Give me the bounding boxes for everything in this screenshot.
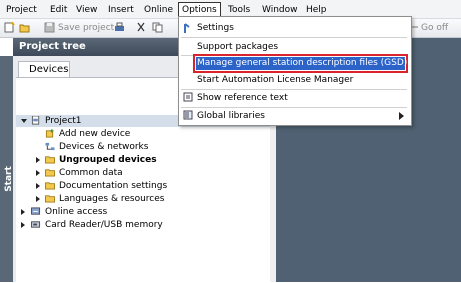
- menu-separator: [181, 107, 407, 108]
- options-menu: Settings Support packages Start Automati…: [178, 16, 412, 126]
- menu-window[interactable]: Window: [262, 4, 298, 16]
- folder-icon: [45, 195, 55, 203]
- folder-icon: [45, 182, 55, 190]
- folder-icon: [45, 169, 55, 177]
- reference-text-icon: [183, 92, 193, 102]
- cut-icon[interactable]: [136, 22, 147, 33]
- go-offline-button[interactable]: Go off: [421, 22, 448, 34]
- project-icon: [31, 116, 40, 125]
- menu-item-label: Manage general station description files…: [197, 58, 408, 68]
- menu-edit[interactable]: Edit: [50, 4, 67, 16]
- menu-item-start-alm[interactable]: Start Automation License Manager: [197, 74, 353, 86]
- expand-arrow-icon[interactable]: [36, 157, 40, 163]
- menu-item-settings[interactable]: Settings: [197, 22, 234, 34]
- tree-item-label: Add new device: [59, 129, 131, 139]
- menu-online[interactable]: Online: [144, 4, 173, 16]
- menu-insert[interactable]: Insert: [108, 4, 134, 16]
- expand-arrow-icon[interactable]: [36, 170, 40, 176]
- tree-item-label: Ungrouped devices: [59, 155, 157, 165]
- menu-item-manage-gsd[interactable]: Manage general station description files…: [193, 54, 408, 73]
- tab-devices[interactable]: Devices: [18, 61, 70, 77]
- copy-icon[interactable]: [152, 22, 163, 33]
- tree-item-label: Devices & networks: [59, 142, 149, 152]
- network-icon: [45, 142, 55, 151]
- submenu-arrow-icon: [399, 112, 404, 120]
- tree-item-label: Languages & resources: [59, 194, 165, 204]
- folder-icon: [45, 156, 55, 164]
- new-project-icon[interactable]: [4, 22, 15, 33]
- save-project-button[interactable]: Save project: [58, 22, 114, 34]
- tree-item-label: Common data: [59, 168, 123, 178]
- tree-item-label: Online access: [45, 207, 108, 217]
- menu-item-support-packages[interactable]: Support packages: [197, 41, 278, 53]
- start-sidebar[interactable]: Start: [0, 56, 14, 282]
- expand-arrow-icon[interactable]: [36, 196, 40, 202]
- menu-item-global-libraries[interactable]: Global libraries: [197, 110, 265, 122]
- menu-tools[interactable]: Tools: [228, 4, 250, 16]
- save-icon[interactable]: [44, 22, 55, 33]
- menu-separator: [181, 89, 407, 90]
- menu-view[interactable]: View: [76, 4, 97, 16]
- menu-help[interactable]: Help: [306, 4, 327, 16]
- online-access-icon: [31, 207, 41, 215]
- print-icon[interactable]: [114, 22, 125, 33]
- tree-item-label: Documentation settings: [59, 181, 168, 191]
- menu-separator: [181, 55, 407, 56]
- expand-arrow-icon[interactable]: [36, 183, 40, 189]
- settings-icon: [184, 23, 190, 33]
- open-project-icon[interactable]: [19, 22, 30, 33]
- tree-item-label: Project1: [45, 116, 82, 126]
- tree-item-label: Card Reader/USB memory: [45, 220, 163, 230]
- menu-separator: [181, 37, 407, 38]
- global-libraries-icon: [183, 110, 193, 120]
- menu-project[interactable]: Project: [6, 4, 37, 16]
- expand-arrow-icon[interactable]: [21, 222, 25, 228]
- expand-arrow-icon[interactable]: [21, 119, 27, 123]
- expand-arrow-icon[interactable]: [21, 209, 25, 215]
- card-reader-icon: [31, 221, 41, 228]
- menu-item-show-reference-text[interactable]: Show reference text: [197, 92, 288, 104]
- add-device-icon: [45, 129, 54, 138]
